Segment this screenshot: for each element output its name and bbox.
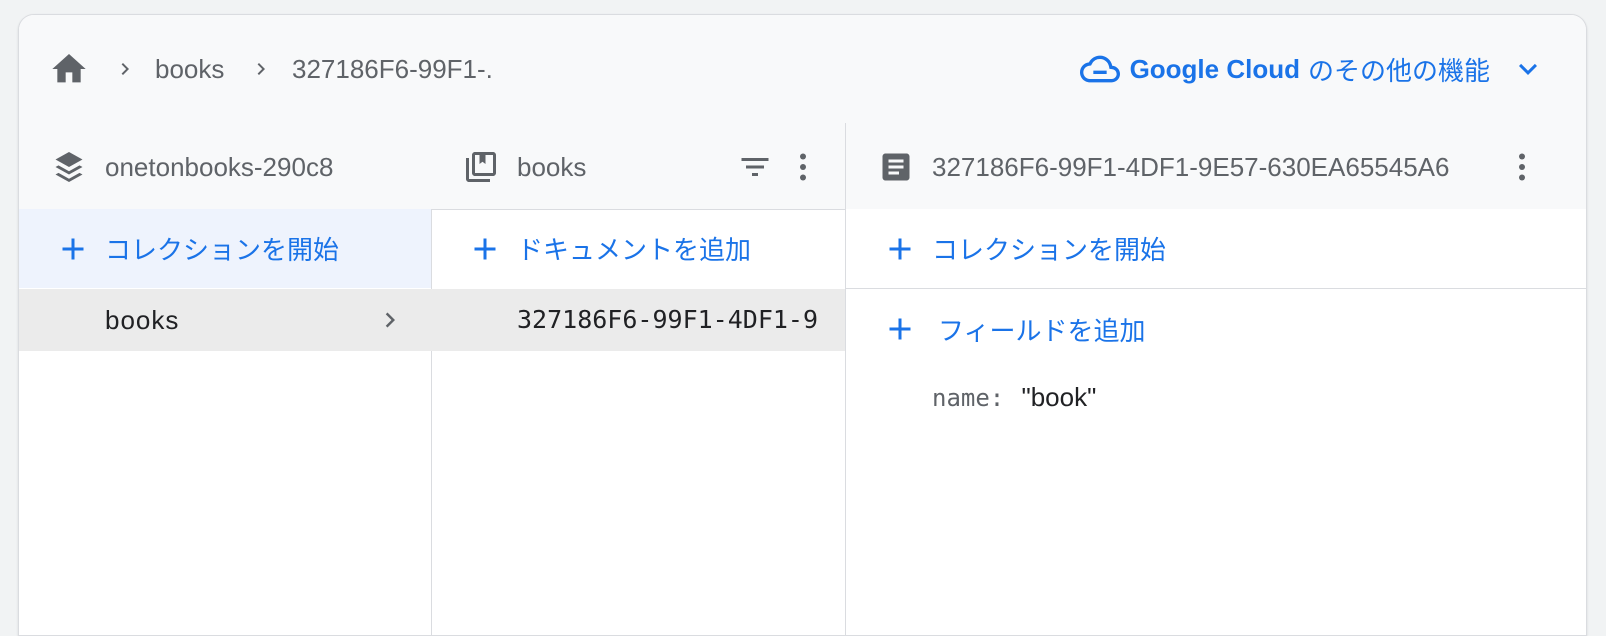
add-document-button[interactable]: ドキュメントを追加 — [431, 209, 845, 288]
chevron-down-icon — [1519, 63, 1537, 75]
add-field-label: フィールドを追加 — [938, 315, 1146, 346]
google-cloud-more-features-button[interactable]: Google Cloud のその他の機能 — [1078, 45, 1546, 93]
more-vert-icon[interactable] — [1504, 149, 1540, 185]
filter-icon[interactable] — [737, 149, 773, 185]
document-icon — [882, 153, 910, 181]
collection-column: books ドキュメントを追加 327186F6-99F1-4DF1-9 — [431, 123, 846, 635]
document-column: 327186F6-99F1-4DF1-9E57-630EA65545A6 コレク… — [846, 123, 1586, 635]
document-title: 327186F6-99F1-4DF1-9E57-630EA65545A6 — [932, 152, 1450, 182]
field-colon: : — [989, 384, 1005, 412]
document-column-header: 327186F6-99F1-4DF1-9E57-630EA65545A6 — [846, 123, 1586, 210]
collection-icon — [466, 152, 496, 182]
root-column-header: onetonbooks-290c8 — [19, 123, 431, 210]
breadcrumb-item-books[interactable]: books — [155, 51, 224, 87]
collection-list-item[interactable]: books — [19, 289, 431, 351]
plus-icon — [889, 238, 911, 259]
field-key: name — [932, 384, 990, 412]
breadcrumb-bar: books 327186F6-99F1-. Google Cloud のその他の… — [19, 15, 1586, 124]
more-vert-icon[interactable] — [785, 149, 821, 185]
firestore-panel: books 327186F6-99F1-. Google Cloud のその他の… — [18, 14, 1587, 636]
field-value: "book" — [1021, 382, 1097, 412]
collection-name: books — [105, 305, 180, 335]
start-collection-button[interactable]: コレクションを開始 — [19, 209, 431, 288]
chevron-right-icon — [257, 63, 265, 75]
add-field-button[interactable]: フィールドを追加 — [846, 289, 1586, 369]
google-cloud-label: Google Cloud — [1129, 53, 1300, 84]
root-column: onetonbooks-290c8 コレクションを開始 books — [19, 123, 432, 635]
plus-icon — [889, 318, 911, 340]
collection-title: books — [517, 152, 587, 182]
start-collection-label: コレクションを開始 — [105, 235, 340, 265]
database-icon — [55, 152, 83, 182]
project-title: onetonbooks-290c8 — [105, 152, 334, 182]
breadcrumb-item-document[interactable]: 327186F6-99F1-. — [292, 51, 493, 87]
start-subcollection-button[interactable]: コレクションを開始 — [846, 209, 1586, 288]
add-document-label: ドキュメントを追加 — [517, 235, 752, 265]
document-id: 327186F6-99F1-4DF1-9 — [517, 305, 819, 334]
start-subcollection-label: コレクションを開始 — [932, 235, 1167, 265]
collection-column-header: books — [431, 123, 845, 210]
chevron-right-icon — [121, 63, 129, 75]
cloud-icon — [1079, 55, 1120, 83]
document-list-item[interactable]: 327186F6-99F1-4DF1-9 — [431, 289, 845, 351]
field-row[interactable]: name: "book" — [932, 379, 1096, 416]
home-icon[interactable] — [49, 49, 89, 89]
plus-icon — [62, 238, 84, 259]
chevron-right-icon — [385, 312, 395, 328]
plus-icon — [474, 238, 496, 259]
more-features-label: のその他の機能 — [1307, 55, 1490, 86]
